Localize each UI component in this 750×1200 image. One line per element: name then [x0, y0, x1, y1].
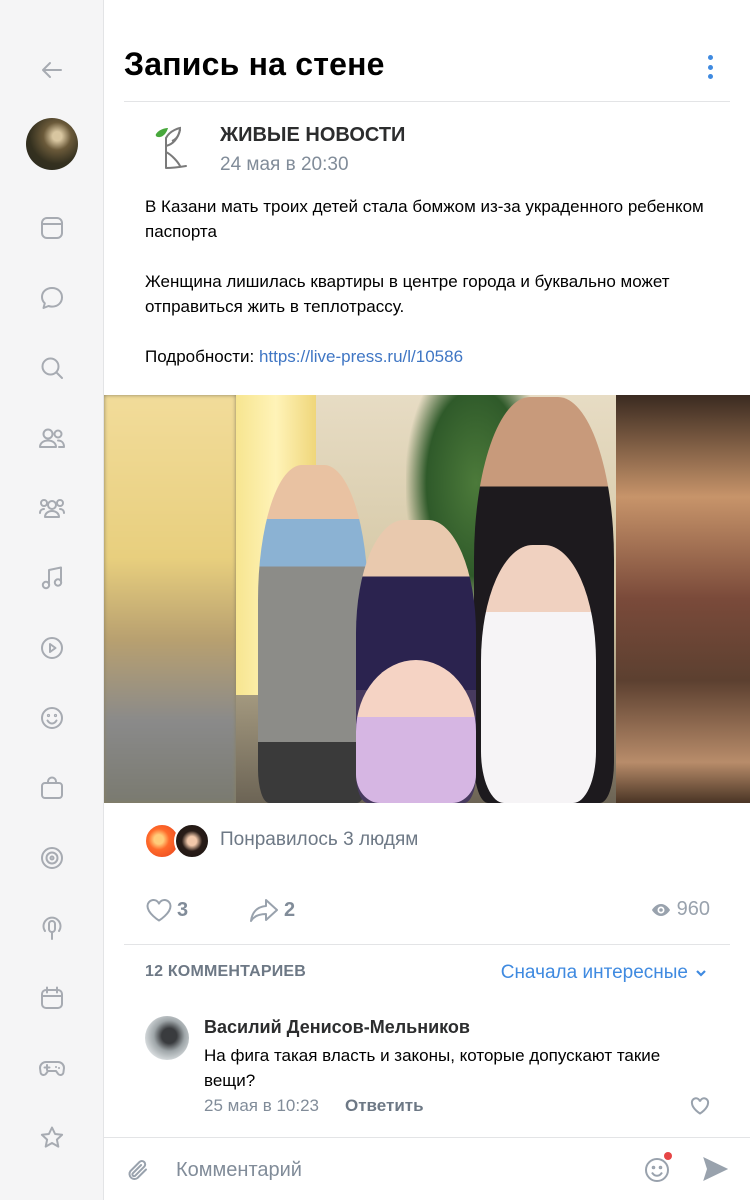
post-author-name[interactable]: ЖИВЫЕ НОВОСТИ: [220, 124, 405, 147]
author-logo[interactable]: [144, 120, 200, 176]
video-icon: [41, 637, 63, 659]
photo-person: [258, 465, 368, 803]
sidebar-item-video[interactable]: [26, 622, 78, 674]
post-paragraph: Женщина лишилась квартиры в центре город…: [145, 272, 670, 316]
likers-avatars[interactable]: [144, 823, 212, 859]
heart-icon: [690, 1097, 710, 1115]
share-button[interactable]: 2: [248, 895, 295, 925]
sidebar-item-market[interactable]: [26, 762, 78, 814]
podcasts-icon: [42, 916, 62, 940]
sort-label: Сначала интересные: [500, 962, 688, 983]
attach-button[interactable]: [124, 1156, 154, 1186]
comments-sort-button[interactable]: Сначала интересные: [501, 962, 708, 984]
eye-icon: [651, 903, 670, 916]
divider: [124, 944, 730, 945]
more-dots-icon: [707, 55, 713, 60]
comment-author[interactable]: Василий Денисов-Мельников: [204, 1017, 470, 1038]
sidebar-item-news[interactable]: [26, 202, 78, 254]
back-arrow-icon: [42, 62, 62, 78]
search-icon: [41, 357, 63, 379]
games-icon: [39, 1061, 65, 1076]
notification-dot: [664, 1152, 672, 1160]
events-icon: [41, 986, 63, 1009]
sidebar-item-search[interactable]: [26, 342, 78, 394]
views-count: 960: [676, 898, 710, 920]
share-arrow-icon: [250, 899, 278, 922]
post-link[interactable]: https://live-press.ru/l/10586: [259, 347, 463, 366]
music-icon: [41, 566, 63, 590]
sidebar-item-bookmarks[interactable]: [26, 1112, 78, 1164]
friends-icon: [39, 428, 65, 448]
comments-count: 12 КОММЕНТАРИЕВ: [145, 963, 307, 980]
send-icon: [703, 1157, 729, 1181]
views-counter: 960: [651, 898, 710, 921]
stickers-icon: [41, 707, 63, 729]
post-photo[interactable]: [104, 395, 750, 803]
sidebar-item-music[interactable]: [26, 552, 78, 604]
photo-blurred-edge-left: [104, 395, 236, 803]
sidebar-item-friends[interactable]: [26, 412, 78, 464]
comment-composer: [104, 1137, 750, 1200]
comment-like-button[interactable]: [690, 1097, 710, 1115]
photo-person: [481, 545, 596, 803]
back-button[interactable]: [26, 44, 78, 96]
avatar[interactable]: [145, 1016, 189, 1060]
comment-date[interactable]: 25 мая в 10:23: [204, 1096, 319, 1116]
paperclip-icon: [128, 1160, 147, 1180]
more-dot: [707, 74, 713, 79]
like-button[interactable]: 3: [145, 895, 188, 925]
photo-family: [236, 395, 616, 803]
photo-blurred-edge-right: [616, 395, 750, 803]
sidebar-item-stickers[interactable]: [26, 692, 78, 744]
leaf-logo-icon: [155, 126, 187, 169]
avatar[interactable]: [26, 118, 78, 170]
sidebar: [0, 0, 104, 1200]
clips-icon: [41, 847, 63, 869]
sidebar-item-communities[interactable]: [26, 482, 78, 534]
post-details: Подробности: https://live-press.ru/l/105…: [145, 344, 725, 369]
messages-icon: [41, 287, 63, 309]
page-header: Запись на стене: [124, 0, 730, 102]
chevron-down-icon: [696, 970, 706, 977]
sidebar-item-clips[interactable]: [26, 832, 78, 884]
comment-input[interactable]: [176, 1152, 616, 1188]
more-dot: [707, 64, 713, 70]
sidebar-item-podcasts[interactable]: [26, 902, 78, 954]
photo-person: [356, 660, 476, 803]
liked-by-text[interactable]: Понравилось 3 людям: [220, 829, 418, 851]
like-count: 3: [177, 898, 189, 921]
post-text: В Казани мать троих детей стала бомжом и…: [145, 194, 725, 394]
comment-text: На фига такая власть и законы, которые д…: [204, 1046, 661, 1090]
communities-icon: [39, 499, 65, 518]
reply-button[interactable]: Ответить: [345, 1096, 424, 1116]
heart-icon: [146, 899, 172, 922]
post-date[interactable]: 24 мая в 20:30: [220, 154, 349, 176]
page-title: Запись на стене: [124, 46, 385, 82]
sidebar-item-games[interactable]: [26, 1042, 78, 1094]
sidebar-item-messages[interactable]: [26, 272, 78, 324]
avatar: [174, 823, 210, 859]
details-label: Подробности:: [145, 347, 259, 366]
share-count: 2: [284, 898, 296, 921]
market-icon: [41, 776, 63, 799]
sidebar-item-events[interactable]: [26, 972, 78, 1024]
news-icon: [41, 217, 63, 239]
more-options-button[interactable]: [702, 52, 718, 82]
send-button[interactable]: [701, 1155, 731, 1185]
bookmarks-icon: [40, 1126, 64, 1148]
post-paragraph: В Казани мать троих детей стала бомжом и…: [145, 197, 704, 241]
